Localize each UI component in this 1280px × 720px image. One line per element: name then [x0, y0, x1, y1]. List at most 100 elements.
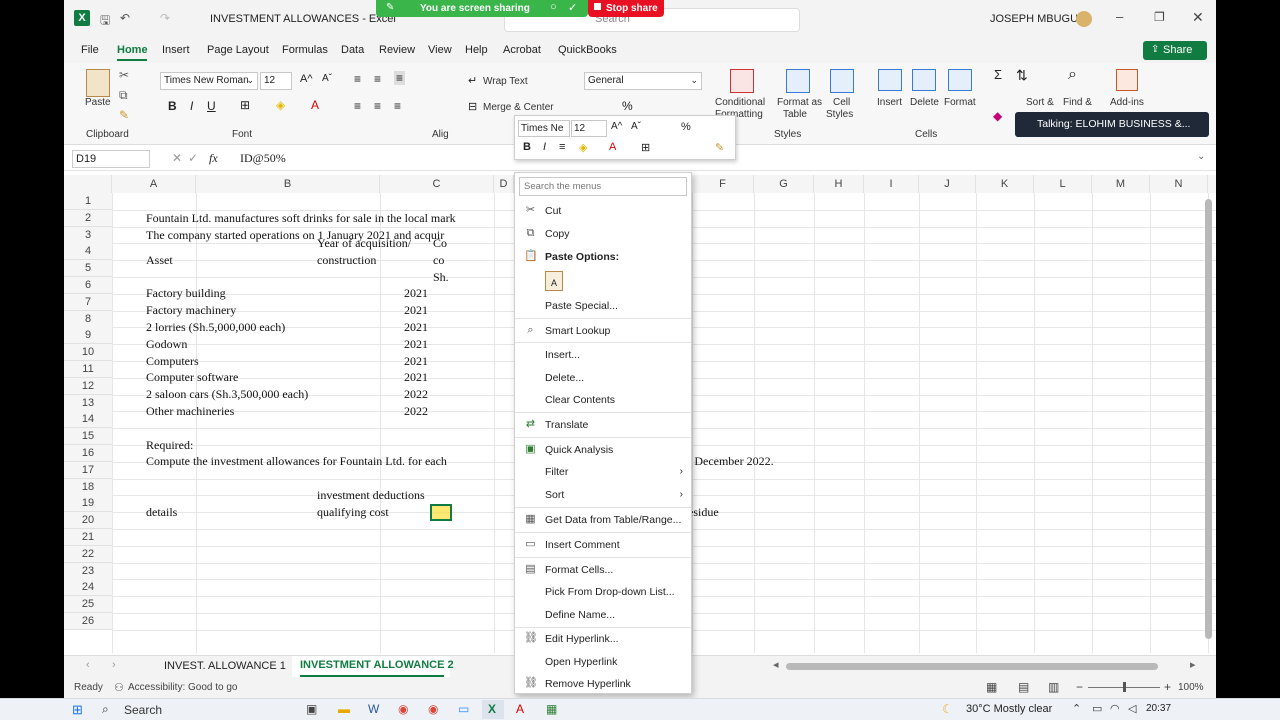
zoom-slider-thumb[interactable] [1123, 682, 1126, 692]
start-icon[interactable]: ⊞ [72, 702, 83, 718]
network-icon[interactable]: ▭ [1092, 702, 1102, 715]
mini-fill-color-icon[interactable]: ◈ [579, 141, 587, 154]
mini-font-color-icon[interactable]: A [609, 141, 616, 153]
zoom-level[interactable]: 100% [1178, 682, 1204, 693]
zoom-out-icon[interactable]: − [1076, 680, 1083, 694]
copy-icon[interactable]: ⧉ [119, 88, 128, 103]
wrap-text-icon[interactable]: ↵ [468, 74, 477, 87]
row-header-11[interactable]: 11 [64, 361, 112, 378]
menu-item-smart-lookup[interactable]: ⌕ Smart Lookup [515, 321, 691, 341]
column-header-o[interactable]: O [1208, 175, 1216, 193]
cell-styles-label-2[interactable]: Styles [826, 109, 853, 120]
tray-chevron-icon[interactable]: ⌃ [1072, 702, 1081, 715]
row-header-18[interactable]: 18 [64, 478, 112, 496]
menu-data[interactable]: Data [341, 44, 364, 56]
delete-cells-button[interactable]: Delete [910, 97, 939, 108]
selected-cell-d19[interactable] [430, 503, 452, 521]
row-header-1[interactable]: 1 [64, 193, 112, 210]
cell-c4-line1[interactable]: Year of acquisition/ [317, 235, 411, 252]
row-header-24[interactable]: 24 [64, 579, 112, 597]
mini-font-select[interactable]: Times Ne [518, 120, 570, 137]
menu-item-insert[interactable]: Insert... [515, 345, 691, 365]
mini-format-painter-icon[interactable]: ✎ [715, 141, 724, 154]
decrease-font-icon[interactable]: Aˇ [322, 73, 332, 84]
row-header-12[interactable]: 12 [64, 377, 112, 395]
menu-item-paste-special[interactable]: Paste Special... [515, 296, 691, 316]
menu-review[interactable]: Review [379, 44, 415, 56]
cell-b15[interactable]: Required: [146, 437, 193, 454]
scroll-right-icon[interactable]: ▸ [1190, 658, 1196, 671]
column-header-b[interactable]: B [196, 175, 380, 193]
insert-cells-button[interactable]: Insert [877, 97, 902, 108]
menu-item-insert-comment[interactable]: ▭ Insert Comment [515, 535, 691, 555]
row-header-20[interactable]: 20 [64, 512, 112, 530]
insert-cells-icon[interactable] [878, 69, 902, 91]
row-header-5[interactable]: 5 [64, 260, 112, 278]
chrome-icon[interactable]: ◉ [398, 702, 408, 716]
fill-color-icon[interactable]: ◈ [276, 98, 285, 112]
excel-taskbar-icon[interactable]: X [488, 702, 496, 716]
format-cells-icon[interactable] [948, 69, 972, 91]
share-button[interactable]: ⇪ Share [1143, 41, 1207, 60]
row-header-10[interactable]: 10 [64, 344, 112, 362]
row-header-7[interactable]: 7 [64, 293, 112, 311]
row-header-25[interactable]: 25 [64, 596, 112, 614]
normal-view-icon[interactable]: ▦ [986, 680, 997, 694]
font-color-icon[interactable]: A [311, 98, 319, 112]
year-cell[interactable]: 2021 [364, 336, 428, 353]
horizontal-scrollbar[interactable] [786, 663, 1158, 670]
menu-item-pick-dropdown[interactable]: Pick From Drop-down List... [515, 582, 691, 602]
cell-c4-line2[interactable]: construction [317, 252, 376, 269]
column-header-c[interactable]: C [380, 175, 494, 193]
clock[interactable]: 20:37 [1146, 703, 1171, 714]
menu-item-cut[interactable]: ✂ Cut [515, 201, 691, 221]
redo-icon[interactable]: ↷ [160, 11, 170, 25]
format-as-table-label-1[interactable]: Format as [777, 97, 822, 108]
check-icon[interactable]: ✓ [568, 1, 577, 14]
zoom-in-icon[interactable]: + [1164, 680, 1171, 694]
prev-sheet-icon[interactable]: ‹ [86, 659, 90, 671]
align-top-icon[interactable]: ≡ [354, 72, 361, 86]
menu-item-filter[interactable]: Filter › [515, 462, 691, 482]
asset-cell[interactable]: Other machineries [146, 403, 234, 420]
column-header-i[interactable]: I [864, 175, 919, 193]
menu-item-clear-contents[interactable]: Clear Contents [515, 390, 691, 410]
column-header-l[interactable]: L [1034, 175, 1092, 193]
cell-styles-icon[interactable] [830, 69, 854, 93]
row-header-23[interactable]: 23 [64, 562, 112, 580]
paste-keep-formatting-icon[interactable]: A [545, 271, 563, 291]
cancel-icon[interactable]: ✕ [172, 151, 182, 165]
cell-b2[interactable]: Fountain Ltd. manufactures soft drinks f… [146, 210, 456, 227]
name-box[interactable]: D19 [72, 150, 150, 168]
asset-cell[interactable]: Godown [146, 336, 187, 353]
vertical-scrollbar[interactable] [1205, 199, 1212, 639]
format-painter-icon[interactable]: ✎ [119, 108, 129, 122]
cell-c18[interactable]: investment deductions [317, 487, 425, 504]
page-layout-view-icon[interactable]: ▤ [1018, 680, 1029, 694]
column-header-m[interactable]: M [1092, 175, 1150, 193]
enter-icon[interactable]: ✓ [188, 151, 198, 165]
row-header-4[interactable]: 4 [64, 243, 112, 261]
mini-italic-icon[interactable]: I [543, 141, 546, 153]
menu-help[interactable]: Help [465, 44, 488, 56]
menu-item-translate[interactable]: ⇄ Translate [515, 415, 691, 435]
bold-icon[interactable]: B [168, 99, 177, 113]
menu-item-edit-hyperlink[interactable]: ⛓ Edit Hyperlink... [515, 629, 691, 649]
menu-item-format-cells[interactable]: ▤ Format Cells... [515, 560, 691, 580]
row-header-6[interactable]: 6 [64, 277, 112, 294]
close-icon[interactable]: ✕ [1192, 9, 1204, 26]
function-icon[interactable]: fx [209, 151, 218, 166]
add-ins-button[interactable]: Add-ins [1110, 97, 1144, 108]
task-view-icon[interactable]: ▣ [306, 702, 317, 716]
conditional-formatting-icon[interactable] [730, 69, 754, 93]
font-name-select[interactable]: Times New Roman ⌄ [160, 72, 258, 90]
stop-share-button[interactable]: Stop share [588, 0, 664, 17]
mini-bold-icon[interactable]: B [523, 141, 531, 153]
menu-file[interactable]: File [81, 44, 99, 56]
add-ins-icon[interactable] [1116, 69, 1138, 91]
format-as-table-label-2[interactable]: Table [783, 109, 807, 120]
asset-cell[interactable]: Factory building [146, 285, 226, 302]
row-header-9[interactable]: 9 [64, 327, 112, 345]
row-header-3[interactable]: 3 [64, 226, 112, 244]
row-header-21[interactable]: 21 [64, 529, 112, 546]
